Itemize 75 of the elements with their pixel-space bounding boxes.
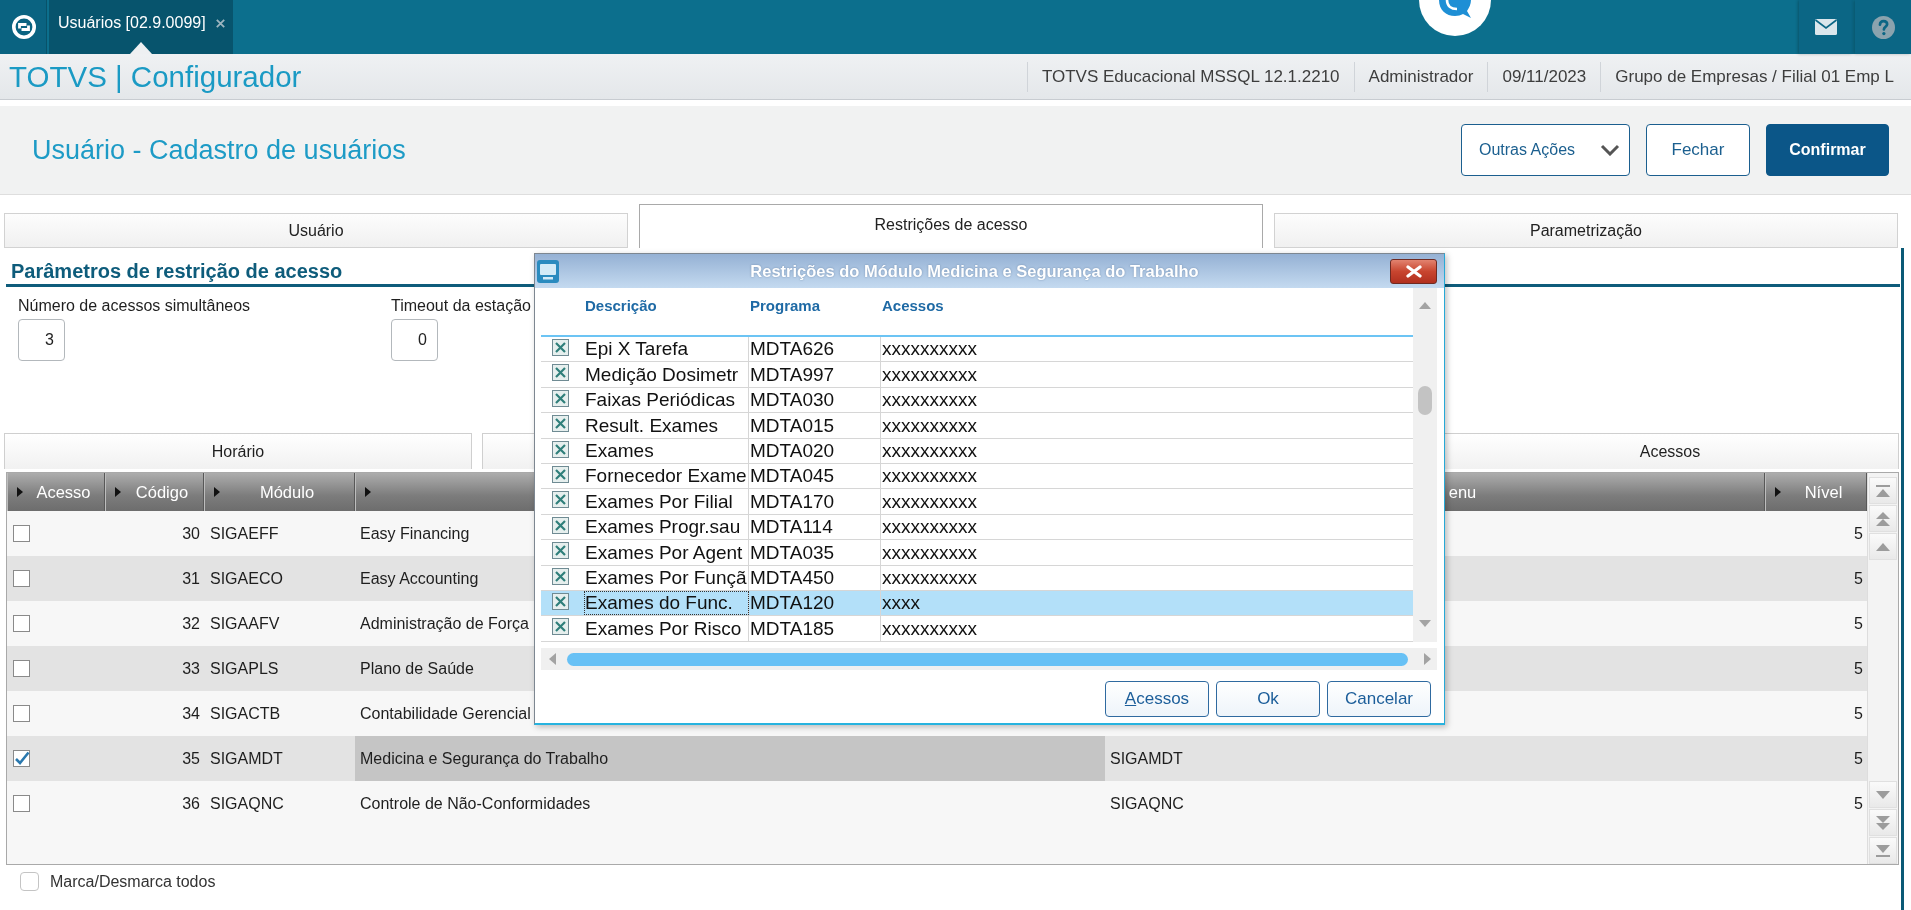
table-cell: Exames do Func. (584, 590, 749, 616)
table-cell: SIGAMDT (210, 749, 283, 768)
table-cell: SIGAECO (210, 569, 283, 588)
table-cell: SIGAPLS (210, 659, 279, 678)
app-title: TOTVS | Configurador (9, 59, 302, 94)
table-cell: MDTA015 (749, 413, 881, 438)
table-cell: 5 (1854, 704, 1863, 723)
table-cell: Exames Por Filial (584, 489, 749, 514)
table-cell: 30 (182, 524, 200, 543)
table-cell: MDTA170 (749, 489, 881, 514)
table-cell: Exames Por Agent (584, 540, 749, 565)
table-cell: MDTA045 (749, 463, 881, 489)
table-cell-text: xxxxxxxxxx (881, 489, 978, 514)
table-cell: 5 (1854, 659, 1863, 678)
table-cell: SIGAQNC (210, 794, 284, 813)
table-cell: MDTA030 (749, 387, 881, 413)
table-cell: 5 (1854, 614, 1863, 633)
table-cell: Faixas Periódicas (584, 387, 749, 413)
table-cell-text: xxxxxxxxxx (881, 337, 978, 362)
table-cell: SIGAAFV (210, 614, 280, 633)
field-label: Timeout da estação (391, 296, 531, 316)
table-cell: MDTA626 (749, 337, 881, 362)
table-cell: Plano de Saúde (360, 659, 474, 678)
table-cell: MDTA114 (749, 514, 881, 540)
table-cell: 31 (182, 569, 200, 588)
table-cell: MDTA450 (749, 565, 881, 590)
table-cell: Controle de Não-Conformidades (360, 794, 591, 813)
table-cell: 5 (1854, 524, 1863, 543)
section-title: Parâmetros de restrição de acesso (11, 259, 343, 283)
table-cell: MDTA997 (749, 362, 881, 387)
header-info: Administrador (1368, 65, 1474, 88)
table-cell-text: xxxxxxxxxx (881, 388, 978, 413)
table-cell: 5 (1854, 569, 1863, 588)
table-cell-text: xxxxxxxxxx (881, 362, 978, 387)
table-cell: SIGAEFF (210, 524, 279, 543)
table-cell: Easy Financing (360, 524, 470, 543)
table-cell: SIGAMDT (1110, 749, 1183, 768)
field-label: Número de acessos simultâneos (18, 296, 251, 316)
table-cell-text: xxxxxxxxxx (881, 616, 978, 641)
table-cell: 32 (182, 614, 200, 633)
table-cell: 34 (182, 704, 200, 723)
table-cell: Medicina e Segurança do Trabalho (355, 736, 1105, 781)
table-cell-text: xxxxxxxxxx (881, 413, 978, 438)
table-cell: 35 (182, 749, 200, 768)
table-cell: Medição Dosimetr (584, 362, 749, 387)
table-cell: MDTA120 (749, 590, 881, 616)
header-info: 09/11/2023 (1502, 65, 1587, 88)
table-cell: Result. Exames (584, 413, 749, 438)
table-cell: 5 (1854, 794, 1863, 813)
table-cell: 33 (182, 659, 200, 678)
page-title: Usuário - Cadastro de usuários (32, 134, 406, 166)
table-cell: MDTA185 (749, 616, 881, 641)
table-cell: Administração de Força (360, 614, 529, 633)
checkbox-label: Marca/Desmarca todos (50, 872, 216, 891)
table-cell: Epi X Tarefa (584, 337, 749, 362)
table-cell: MDTA020 (749, 438, 881, 463)
table-cell: MDTA035 (749, 540, 881, 565)
header-info: Grupo de Empresas / Filial 01 Emp L (1615, 65, 1894, 88)
table-cell-text: xxxxxxxxxx (881, 438, 978, 463)
table-cell: 36 (182, 794, 200, 813)
table-cell: Fornecedor Exame (584, 463, 749, 489)
table-cell-text: xxxxxxxxxx (881, 565, 978, 590)
dialog-title: Restrições do Módulo Medicina e Segurança do Trabalho (749, 261, 1200, 281)
table-cell-text: xxxxxxxxxx (881, 464, 978, 489)
table-cell: Exames (584, 438, 749, 463)
table-cell: SIGACTB (210, 704, 281, 723)
table-cell: Exames Progr.sau (584, 514, 749, 540)
table-cell: SIGAQNC (1110, 794, 1184, 813)
table-cell: Easy Accounting (360, 569, 479, 588)
table-cell: 5 (1854, 749, 1863, 768)
header-info: TOTVS Educacional MSSQL 12.1.2210 (1041, 65, 1340, 88)
table-cell: Exames Por Risco (584, 616, 749, 641)
table-cell-text: xxxxxxxxxx (881, 515, 978, 540)
table-cell: Exames Por Funçã (584, 565, 749, 590)
table-cell: Contabilidade Gerencial (360, 704, 531, 723)
